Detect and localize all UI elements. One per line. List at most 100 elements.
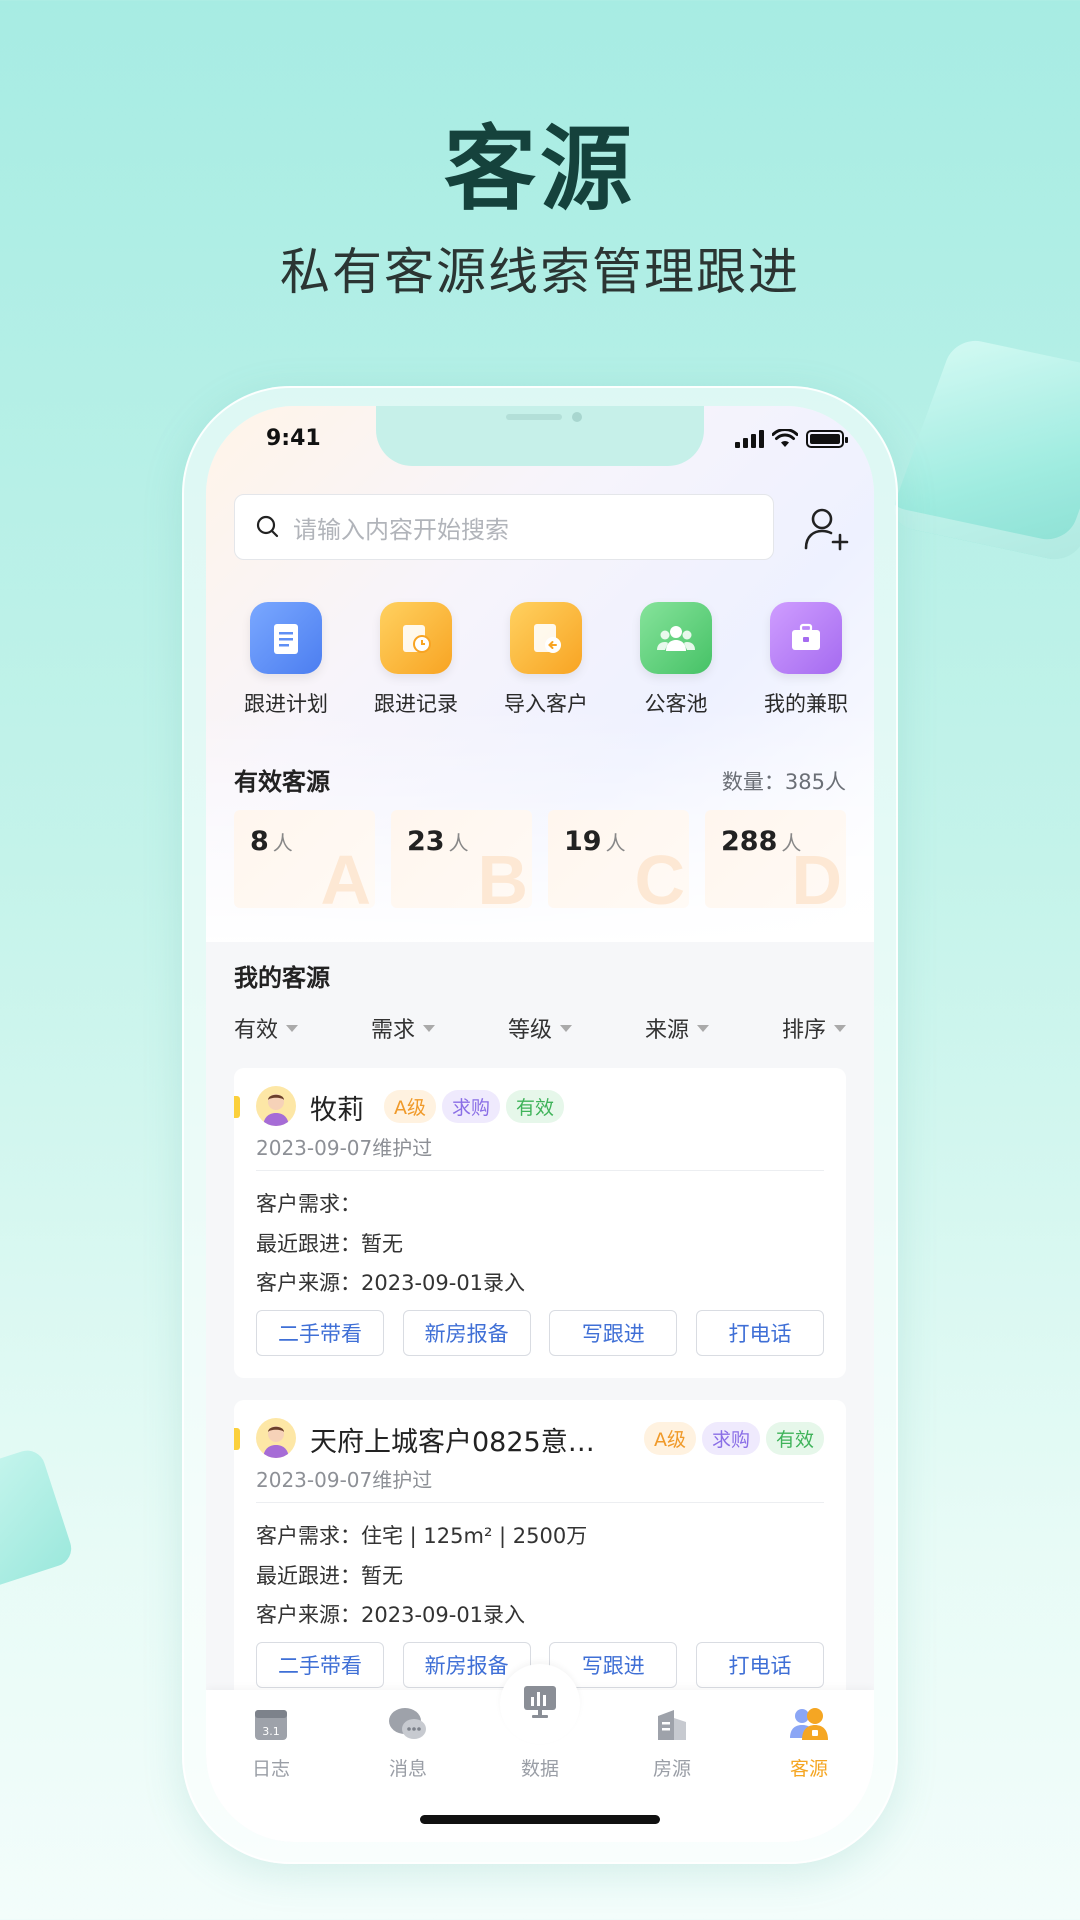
tab-data[interactable]: 数据 bbox=[495, 1686, 585, 1781]
customer-icon bbox=[787, 1702, 831, 1746]
type-tag: 求购 bbox=[701, 1422, 760, 1455]
filter-label: 有效 bbox=[234, 1018, 279, 1043]
grade-card-b[interactable]: B 23 人 bbox=[391, 810, 532, 908]
tab-label: 客源 bbox=[789, 1758, 828, 1780]
grade-tag: A级 bbox=[643, 1422, 696, 1455]
speaker bbox=[506, 414, 562, 420]
notch bbox=[376, 406, 704, 466]
status-tag: 有效 bbox=[506, 1090, 565, 1123]
customer-name: 牧莉 bbox=[310, 1095, 364, 1126]
grade-card-c[interactable]: C 19 人 bbox=[548, 810, 689, 908]
new-house-report-button[interactable]: 新房报备 bbox=[402, 1310, 531, 1356]
quick-action-import-customer[interactable]: 导入客户 bbox=[488, 602, 604, 718]
customer-source: 客户来源：2023-09-01录入 bbox=[256, 1603, 526, 1627]
my-section-title: 我的客源 bbox=[234, 958, 330, 995]
valid-section-title-text: 有效客源 bbox=[234, 768, 330, 796]
filter-valid[interactable]: 有效 bbox=[234, 1012, 299, 1044]
plan-icon bbox=[250, 602, 322, 674]
search-input[interactable]: 请输入内容开始搜索 bbox=[234, 494, 774, 560]
tab-label: 房源 bbox=[652, 1758, 691, 1780]
decorative-cube-left bbox=[0, 1445, 76, 1595]
filter-label: 等级 bbox=[507, 1018, 552, 1043]
grade-count: 23 bbox=[407, 826, 445, 857]
tab-log[interactable]: 3.1 日志 bbox=[226, 1702, 316, 1781]
maintained-date: 2023-09-07维护过 bbox=[256, 1468, 433, 1492]
recent-follow: 最近跟进：暂无 bbox=[256, 1564, 403, 1588]
filter-label: 需求 bbox=[370, 1018, 415, 1043]
customer-source: 客户来源：2023-09-01录入 bbox=[256, 1271, 526, 1295]
filter-grade[interactable]: 等级 bbox=[508, 1012, 572, 1044]
caret-down-icon bbox=[423, 1024, 435, 1032]
filter-label: 来源 bbox=[644, 1018, 689, 1043]
my-section-title-text: 我的客源 bbox=[234, 964, 330, 992]
tab-label: 数据 bbox=[520, 1758, 559, 1780]
briefcase-icon bbox=[770, 602, 842, 674]
calendar-icon: 3.1 bbox=[249, 1702, 293, 1746]
grade-count: 19 bbox=[564, 826, 602, 857]
search-placeholder: 请输入内容开始搜索 bbox=[293, 515, 509, 544]
grade-card-a[interactable]: A 8人 bbox=[234, 810, 375, 908]
filter-bar: 有效 需求 等级 来源 排序 bbox=[234, 1012, 846, 1044]
customer-demand: 客户需求：住宅 | 125m² | 2500万 bbox=[256, 1524, 588, 1548]
quick-action-my-parttime[interactable]: 我的兼职 bbox=[748, 602, 864, 718]
record-icon bbox=[380, 602, 452, 674]
chart-board-icon bbox=[518, 1680, 562, 1724]
type-tag: 求购 bbox=[442, 1090, 501, 1123]
filter-sort[interactable]: 排序 bbox=[782, 1012, 846, 1044]
hero-subtitle: 私有客源线索管理跟进 bbox=[280, 243, 800, 301]
import-icon bbox=[510, 602, 582, 674]
grade-letter: A bbox=[320, 841, 371, 908]
quick-actions: 跟进计划 跟进记录 导入客户 公客池 我的兼职 bbox=[206, 602, 874, 718]
quick-action-follow-plan[interactable]: 跟进计划 bbox=[228, 602, 344, 718]
caret-down-icon bbox=[833, 1024, 846, 1032]
grade-count: 288 bbox=[721, 826, 778, 857]
valid-count: 数量：385人 bbox=[721, 770, 846, 794]
filter-label: 排序 bbox=[781, 1018, 826, 1043]
grade-card-d[interactable]: D 288 人 bbox=[705, 810, 846, 908]
svg-text:3.1: 3.1 bbox=[262, 1725, 280, 1738]
avatar bbox=[256, 1086, 296, 1126]
public-pool-icon bbox=[640, 602, 712, 674]
status-tag: 有效 bbox=[765, 1422, 824, 1455]
grade-unit: 人 bbox=[448, 831, 469, 855]
quick-action-label: 跟进计划 bbox=[244, 692, 328, 716]
maintained-date: 2023-09-07维护过 bbox=[256, 1136, 433, 1160]
wifi-icon bbox=[772, 429, 798, 447]
customer-tags: A级 求购 有效 bbox=[643, 1422, 824, 1455]
caret-down-icon bbox=[559, 1024, 572, 1032]
customer-name: 天府上城客户0825意… bbox=[310, 1427, 595, 1458]
second-hand-viewing-button[interactable]: 二手带看 bbox=[256, 1642, 384, 1688]
caret-down-icon bbox=[696, 1024, 709, 1032]
second-hand-viewing-button[interactable]: 二手带看 bbox=[256, 1310, 384, 1356]
decorative-cube-right bbox=[886, 336, 1080, 564]
grade-unit: 人 bbox=[272, 831, 293, 855]
hero-title: 客源 bbox=[443, 116, 636, 223]
signal-icon bbox=[735, 430, 764, 448]
tab-customers[interactable]: 客源 bbox=[764, 1702, 854, 1781]
search-icon bbox=[256, 515, 279, 538]
write-follow-button[interactable]: 写跟进 bbox=[549, 1310, 678, 1356]
avatar bbox=[256, 1418, 296, 1458]
grade-letter: C bbox=[634, 841, 685, 908]
chat-icon bbox=[386, 1702, 430, 1746]
customer-tags: A级 求购 有效 bbox=[384, 1090, 565, 1123]
grade-tag: A级 bbox=[384, 1090, 436, 1123]
card-actions: 二手带看 新房报备 写跟进 打电话 bbox=[256, 1310, 824, 1356]
add-customer-icon[interactable] bbox=[802, 504, 852, 554]
call-button[interactable]: 打电话 bbox=[695, 1642, 824, 1688]
filter-source[interactable]: 来源 bbox=[645, 1012, 709, 1044]
call-button[interactable]: 打电话 bbox=[695, 1310, 824, 1356]
filter-demand[interactable]: 需求 bbox=[371, 1012, 435, 1044]
quick-action-label: 跟进记录 bbox=[374, 692, 458, 716]
grade-summary: A 8人 B 23 人 C 19 人 D 288 人 bbox=[234, 810, 846, 908]
phone-screen: 9:41 请输入内容开始搜索 跟进计划 跟进记录 导入客户 公客池 我的兼职 有… bbox=[206, 406, 874, 1842]
grade-count: 8 bbox=[250, 826, 269, 857]
battery-icon bbox=[806, 430, 848, 448]
tab-houses[interactable]: 房源 bbox=[627, 1702, 717, 1781]
grade-unit: 人 bbox=[605, 831, 626, 855]
customer-card[interactable]: 牧莉 A级 求购 有效 2023-09-07维护过 客户需求： 最近跟进：暂无 … bbox=[234, 1068, 846, 1378]
quick-action-follow-record[interactable]: 跟进记录 bbox=[358, 602, 474, 718]
quick-action-public-pool[interactable]: 公客池 bbox=[618, 602, 734, 718]
tab-messages[interactable]: 消息 bbox=[363, 1702, 453, 1781]
divider bbox=[256, 1502, 824, 1503]
